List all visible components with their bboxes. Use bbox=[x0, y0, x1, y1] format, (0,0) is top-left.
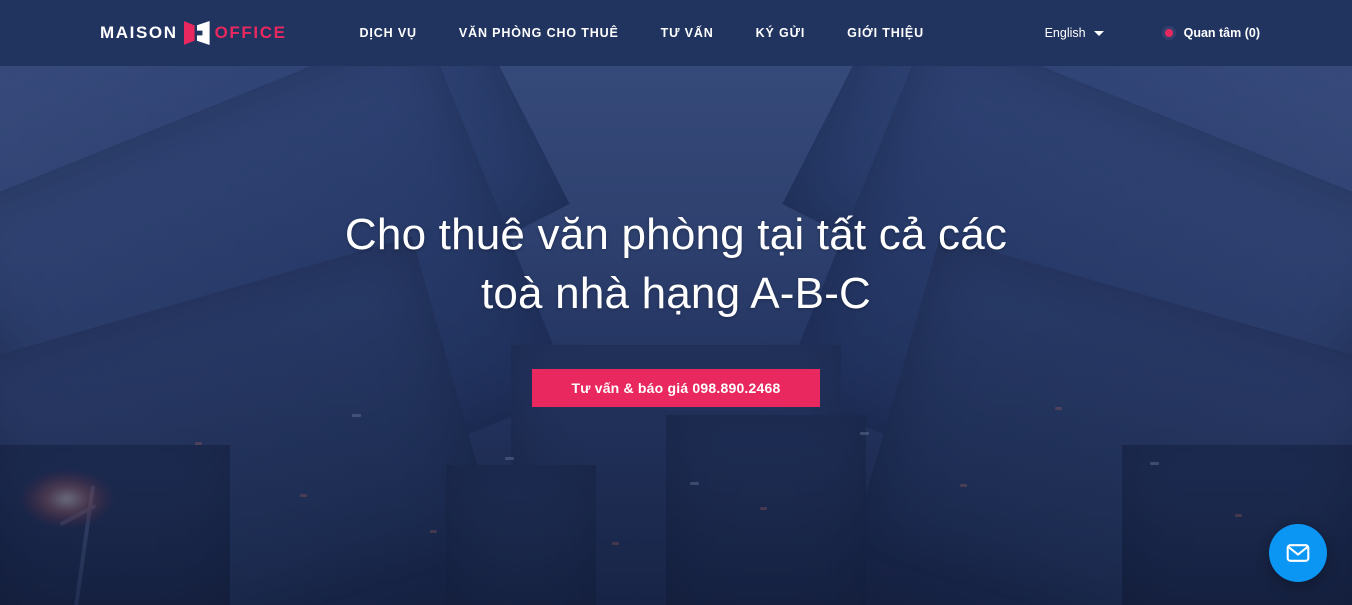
hero-heading-line-2: toà nhà hạng A-B-C bbox=[480, 268, 872, 318]
hero-section: Cho thuê văn phòng tại tất cả các toà nh… bbox=[0, 66, 1352, 605]
door-left-panel bbox=[183, 21, 195, 45]
language-label: English bbox=[1044, 26, 1086, 40]
nav-item-gioi-thieu[interactable]: GIỚI THIỆU bbox=[826, 0, 945, 66]
heart-dot-icon bbox=[1161, 26, 1176, 40]
nav-item-dich-vu[interactable]: DỊCH VỤ bbox=[339, 0, 438, 66]
brand-logo[interactable]: MAISON OFFICE bbox=[100, 19, 287, 47]
hero-cta-button[interactable]: Tư vấn & báo giá 098.890.2468 bbox=[531, 369, 821, 408]
nav-item-ky-gui[interactable]: KÝ GỬI bbox=[735, 0, 827, 66]
favorites-label: Quan tâm (0) bbox=[1183, 26, 1260, 40]
chevron-down-icon bbox=[1093, 30, 1104, 36]
chat-floating-button[interactable] bbox=[1269, 524, 1327, 582]
logo-text-office: OFFICE bbox=[214, 23, 287, 42]
hero-heading-line-1: Cho thuê văn phòng tại tất cả các bbox=[344, 210, 1008, 259]
door-right-panel bbox=[196, 21, 210, 45]
header-actions: English Quan tâm (0) bbox=[1045, 26, 1260, 40]
logo-text-maison: MAISON bbox=[100, 23, 178, 42]
page-root: MAISON OFFICE DỊCH VỤ VĂN PHÒNG CHO THUÊ… bbox=[0, 0, 1352, 605]
nav-item-van-phong-cho-thue[interactable]: VĂN PHÒNG CHO THUÊ bbox=[438, 0, 640, 66]
site-header: MAISON OFFICE DỊCH VỤ VĂN PHÒNG CHO THUÊ… bbox=[0, 0, 1352, 66]
mail-envelope-icon bbox=[1286, 544, 1310, 562]
favorites-button[interactable]: Quan tâm (0) bbox=[1161, 26, 1260, 40]
hero-heading: Cho thuê văn phòng tại tất cả các toà nh… bbox=[296, 206, 1056, 323]
hero-content: Cho thuê văn phòng tại tất cả các toà nh… bbox=[0, 66, 1352, 605]
door-open-icon bbox=[183, 19, 210, 47]
main-navigation: DỊCH VỤ VĂN PHÒNG CHO THUÊ TƯ VẤN KÝ GỬI… bbox=[339, 0, 945, 66]
language-selector[interactable]: English bbox=[1045, 26, 1104, 40]
nav-item-tu-van[interactable]: TƯ VẤN bbox=[640, 0, 735, 66]
